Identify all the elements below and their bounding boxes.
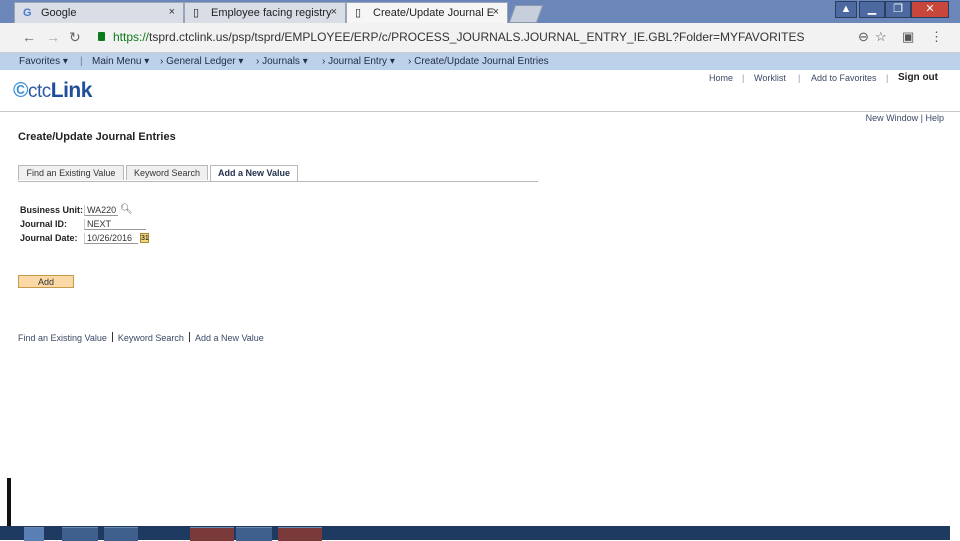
close-icon[interactable]: × [331, 6, 337, 18]
page-title: Create/Update Journal Entries [18, 131, 176, 143]
new-window-link[interactable]: New Window [866, 113, 919, 123]
breadcrumb-arrow-icon: › [322, 56, 326, 67]
tab-add-new-value[interactable]: Add a New Value [210, 165, 298, 181]
sign-out-link[interactable]: Sign out [898, 72, 938, 83]
bottom-search-links: Find an Existing Value Keyword Search Add … [18, 332, 264, 343]
journal-date-label: Journal Date: [20, 233, 78, 243]
bookmark-star-icon[interactable]: ☆ [875, 29, 887, 45]
worklist-link[interactable]: Worklist [754, 73, 786, 83]
page-icon: ▯ [355, 7, 362, 19]
business-unit-label: Business Unit: [20, 205, 84, 215]
link-divider [111, 332, 113, 342]
link-divider: | [886, 73, 889, 83]
add-button[interactable]: Add [18, 275, 74, 288]
close-icon[interactable]: × [169, 6, 175, 18]
calendar-icon[interactable]: 31 [140, 233, 149, 243]
keyword-search-link[interactable]: Keyword Search [118, 333, 184, 343]
journal-id-input[interactable]: NEXT [84, 219, 146, 230]
address-bar: ← → ↻ https://tsprd.ctclink.us/psp/tsprd… [0, 23, 960, 53]
search-tabs: Find an Existing Value Keyword Search Ad… [18, 165, 538, 182]
start-button[interactable] [24, 527, 44, 541]
journal-date-input[interactable]: 10/26/2016 [84, 233, 138, 244]
main-menu[interactable]: Main Menu ▾ [92, 56, 149, 67]
chevron-down-icon: ▾ [302, 56, 308, 67]
extension-icon[interactable]: ▣ [902, 29, 914, 45]
browser-tab-label: Employee facing registry [211, 7, 332, 19]
breadcrumb-journal-entry[interactable]: › Journal Entry ▾ [322, 56, 395, 67]
business-unit-input[interactable]: WA220 [84, 205, 118, 216]
breadcrumb-general-ledger[interactable]: › General Ledger ▾ [160, 56, 243, 67]
browser-tab-label: Google [41, 7, 77, 19]
maximize-button[interactable]: ❐ [885, 1, 911, 18]
breadcrumb-arrow-icon: › [256, 56, 260, 67]
find-existing-value-link[interactable]: Find an Existing Value [18, 333, 107, 343]
home-link[interactable]: Home [709, 73, 733, 83]
link-divider: | [742, 73, 745, 83]
taskbar-app[interactable] [236, 527, 272, 541]
chevron-down-icon: ▾ [238, 56, 244, 67]
browser-tab-label: Create/Update Journal E [373, 7, 495, 19]
breadcrumb-create-update[interactable]: › Create/Update Journal Entries [408, 56, 549, 67]
zoom-icon[interactable]: ⊖ [858, 29, 869, 45]
tab-find-existing-value[interactable]: Find an Existing Value [18, 165, 124, 180]
close-icon[interactable]: × [493, 6, 499, 18]
lookup-search-icon[interactable]: 🔍︎ [120, 204, 133, 215]
google-icon: G [23, 7, 32, 19]
browser-tab-employee-registry[interactable]: ▯ Employee facing registry × [184, 2, 346, 23]
back-arrow-icon[interactable]: ← [22, 29, 36, 45]
menu-divider: | [80, 56, 83, 67]
taskbar-app-chrome[interactable] [62, 527, 98, 541]
chevron-down-icon: ▾ [62, 56, 68, 67]
menu-kebab-icon[interactable]: ⋮ [930, 29, 943, 45]
menu-bar: Favorites ▾ | Main Menu ▾ › General Ledg… [0, 53, 960, 70]
taskbar-app[interactable] [190, 527, 234, 541]
url-scheme: https:// [113, 30, 150, 44]
os-taskbar [0, 526, 950, 541]
taskbar-app[interactable] [278, 527, 322, 541]
favorites-menu[interactable]: Favorites ▾ [19, 56, 68, 67]
browser-tab-journal-entries[interactable]: ▯ Create/Update Journal E × [346, 2, 508, 23]
breadcrumb-arrow-icon: › [408, 56, 412, 67]
taskbar-app-explorer[interactable] [104, 527, 138, 541]
breadcrumb-arrow-icon: › [160, 56, 164, 67]
help-link[interactable]: Help [925, 113, 944, 123]
ctclink-logo: ©ctcLink [13, 79, 92, 102]
journal-id-label: Journal ID: [20, 219, 68, 229]
window-close-button[interactable]: ✕ [911, 1, 949, 18]
browser-tab-strip: G Google × ▯ Employee facing registry × … [0, 0, 960, 23]
url-field[interactable]: https://tsprd.ctclink.us/psp/tsprd/EMPLO… [113, 30, 804, 44]
breadcrumb-journals[interactable]: › Journals ▾ [256, 56, 308, 67]
portal-header: ©ctcLink Home | Worklist | Add to Favori… [0, 70, 960, 112]
url-path: tsprd.ctclink.us/psp/tsprd/EMPLOYEE/ERP/… [149, 30, 805, 44]
window-links: New Window | Help [866, 113, 944, 123]
chevron-down-icon: ▾ [389, 56, 395, 67]
link-divider [188, 332, 190, 342]
lock-icon [98, 32, 105, 41]
page-icon: ▯ [193, 7, 200, 19]
new-tab-button[interactable] [508, 5, 544, 23]
user-icon[interactable]: ▲ [835, 1, 857, 18]
browser-tab-google[interactable]: G Google × [14, 2, 184, 23]
add-to-favorites-link[interactable]: Add to Favorites [811, 73, 877, 83]
chevron-down-icon: ▾ [144, 56, 150, 67]
text-cursor-bar [7, 478, 11, 530]
tab-keyword-search[interactable]: Keyword Search [126, 165, 208, 180]
add-new-value-link[interactable]: Add a New Value [195, 333, 264, 343]
forward-arrow-icon[interactable]: → [46, 29, 60, 45]
minimize-button[interactable]: ▁ [859, 1, 885, 18]
reload-icon[interactable]: ↻ [69, 29, 81, 46]
link-divider: | [798, 73, 801, 83]
